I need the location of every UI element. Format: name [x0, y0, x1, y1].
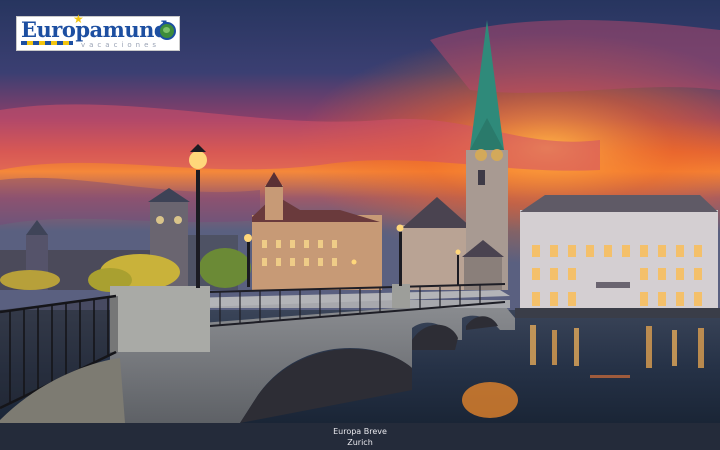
caption-city-name: Zurich — [347, 438, 373, 447]
zurich-sunset-photo — [0, 0, 720, 423]
slide: Europamund ★ vacaciones Europa Breve Zur… — [0, 0, 720, 450]
logo-wordmark: Europamund — [21, 17, 169, 42]
caption-tour-name: Europa Breve — [333, 427, 387, 436]
logo-tagline: vacaciones — [81, 41, 161, 49]
star-icon: ★ — [73, 12, 84, 26]
europamundo-logo: Europamund ★ vacaciones — [16, 12, 180, 51]
logo-stripes — [21, 41, 73, 45]
globe-icon — [158, 22, 176, 40]
